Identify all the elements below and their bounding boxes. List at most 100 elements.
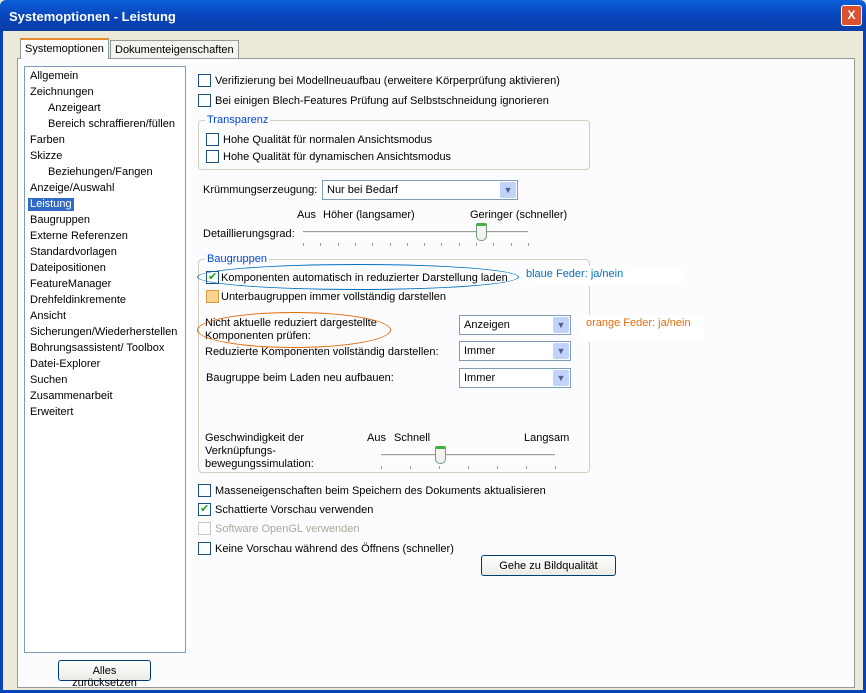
tree-item[interactable]: Anzeigeart xyxy=(46,102,103,115)
tab-systemoptionen[interactable]: Systemoptionen xyxy=(20,38,109,59)
slider-tick xyxy=(337,243,339,246)
slider-tick xyxy=(476,243,478,246)
chevron-down-icon: ▼ xyxy=(553,317,569,333)
chevron-down-icon: ▼ xyxy=(553,343,569,359)
checkbox[interactable] xyxy=(198,542,211,555)
slider-tick xyxy=(493,243,495,246)
tree-item[interactable]: Farben xyxy=(28,134,67,147)
orange-annotation-ellipse xyxy=(197,312,391,348)
slider-thumb[interactable] xyxy=(435,446,447,464)
slider-tick xyxy=(406,243,408,246)
slider-tick xyxy=(468,466,469,469)
transparency-legend: Transparenz xyxy=(205,114,271,126)
curvature-label: Krümmungserzeugung: xyxy=(203,184,318,196)
tree-item[interactable]: Drehfeldinkremente xyxy=(28,294,128,307)
blue-annotation: blaue Feder: ja/nein xyxy=(522,266,682,286)
curvature-select[interactable]: Nur bei Bedarf ▼ xyxy=(322,180,518,200)
tree-item[interactable]: Zusammenarbeit xyxy=(28,390,115,403)
rebuild-label: Baugruppe beim Laden neu aufbauen: xyxy=(206,372,394,384)
orange-annotation: orange Feder: ja/nein xyxy=(582,315,704,342)
rebuild-select[interactable]: Immer ▼ xyxy=(459,368,571,388)
tree-item[interactable]: Allgemein xyxy=(28,70,80,83)
tree-item[interactable]: Anzeige/Auswahl xyxy=(28,182,116,195)
slider-tick xyxy=(439,466,440,469)
transparency-dynamic-option[interactable]: Hohe Qualität für dynamischen Ansichtsmo… xyxy=(206,150,451,163)
window-title: Systemoptionen - Leistung xyxy=(9,9,176,24)
checkbox xyxy=(198,522,211,535)
tree-item[interactable]: Erweitert xyxy=(28,406,75,419)
detail-off-label: Aus xyxy=(297,209,316,221)
tree-item[interactable]: Beziehungen/Fangen xyxy=(46,166,155,179)
tree-item[interactable]: Sicherungen/Wiederherstellen xyxy=(28,326,179,339)
detail-label: Detaillierungsgrad: xyxy=(203,228,295,240)
speed-fast-label: Schnell xyxy=(394,432,431,444)
tree-item[interactable]: Baugruppen xyxy=(28,214,92,227)
check-select[interactable]: Anzeigen ▼ xyxy=(459,315,571,335)
detail-low-label: Geringer (schneller) xyxy=(470,209,568,221)
sheetmetal-option[interactable]: Bei einigen Blech-Features Prüfung auf S… xyxy=(198,94,549,107)
detail-slider[interactable] xyxy=(303,223,529,253)
verify-option[interactable]: Verifizierung bei Modellneuaufbau (erwei… xyxy=(198,74,560,87)
options-tree[interactable]: Allgemein Zeichnungen Anzeigeart Bereich sc… xyxy=(24,66,186,653)
mass-option[interactable]: Masseneigenschaften beim Speichern des D… xyxy=(198,484,546,497)
slider-tick xyxy=(424,243,426,246)
slider-tick xyxy=(526,466,527,469)
resolve-select[interactable]: Immer ▼ xyxy=(459,341,571,361)
checkbox[interactable] xyxy=(198,94,211,107)
slider-tick xyxy=(555,466,556,469)
slider-thumb[interactable] xyxy=(475,223,487,241)
tree-item[interactable]: Bohrungsassistent/ Toolbox xyxy=(28,342,166,355)
tree-item[interactable]: Zeichnungen xyxy=(28,86,96,99)
slider-tick xyxy=(381,466,382,469)
speed-slow-label: Langsam xyxy=(524,432,570,444)
blue-annotation-ellipse xyxy=(197,264,519,290)
assemblies-legend: Baugruppen xyxy=(205,253,269,265)
slider-tick xyxy=(510,243,512,246)
checkbox[interactable] xyxy=(206,133,219,146)
slider-tick xyxy=(372,243,374,246)
slider-tick xyxy=(303,243,304,246)
detail-high-label: Höher (langsamer) xyxy=(323,209,415,221)
nopreview-option[interactable]: Keine Vorschau während des Öffnens (schn… xyxy=(198,542,454,555)
slider-tick xyxy=(320,243,322,246)
slider-track xyxy=(381,454,555,457)
transparency-normal-option[interactable]: Hohe Qualität für normalen Ansichtsmodus xyxy=(206,133,432,146)
subassemblies-option[interactable]: Unterbaugruppen immer vollständig darste… xyxy=(206,290,446,303)
slider-tick xyxy=(389,243,391,246)
slider-tick xyxy=(458,243,460,246)
tab-dokumenteigenschaften[interactable]: Dokumenteigenschaften xyxy=(110,40,239,59)
shaded-option[interactable]: Schattierte Vorschau verwenden xyxy=(198,502,373,516)
speed-slider[interactable] xyxy=(381,446,556,476)
tree-item[interactable]: Bereich schraffieren/füllen xyxy=(46,118,177,131)
checkbox[interactable] xyxy=(198,484,211,497)
checkbox[interactable] xyxy=(206,150,219,163)
slider-tick xyxy=(528,243,529,246)
slider-tick xyxy=(354,243,356,246)
image-quality-button[interactable]: Gehe zu Bildqualität xyxy=(481,555,616,576)
chevron-down-icon: ▼ xyxy=(553,370,569,386)
speed-label: Geschwindigkeit der Verknüpfungs-bewegun… xyxy=(205,432,314,470)
tree-item[interactable]: FeatureManager xyxy=(28,278,113,291)
speed-off-label: Aus xyxy=(367,432,386,444)
checkbox[interactable] xyxy=(198,502,211,516)
slider-track xyxy=(303,231,528,234)
checkbox[interactable] xyxy=(206,290,219,303)
reset-all-button[interactable]: Alles zurücksetzen xyxy=(58,660,151,689)
resolve-label: Reduzierte Komponenten vollständig darst… xyxy=(205,346,439,358)
tree-item[interactable]: Dateipositionen xyxy=(28,262,108,275)
tree-item[interactable]: Ansicht xyxy=(28,310,68,323)
tree-item[interactable]: Externe Referenzen xyxy=(28,230,130,243)
slider-tick xyxy=(410,466,411,469)
chevron-down-icon: ▼ xyxy=(500,182,516,198)
slider-tick xyxy=(497,466,498,469)
title-bar: Systemoptionen - Leistung xyxy=(0,0,866,31)
tree-item[interactable]: Datei-Explorer xyxy=(28,358,102,371)
slider-tick xyxy=(441,243,443,246)
tree-item[interactable]: Skizze xyxy=(28,150,64,163)
tree-item[interactable]: Leistung xyxy=(28,198,74,211)
opengl-option: Software OpenGL verwenden xyxy=(198,522,360,535)
tree-item[interactable]: Standardvorlagen xyxy=(28,246,119,259)
close-button[interactable]: X xyxy=(841,5,862,26)
checkbox[interactable] xyxy=(198,74,211,87)
tree-item[interactable]: Suchen xyxy=(28,374,69,387)
